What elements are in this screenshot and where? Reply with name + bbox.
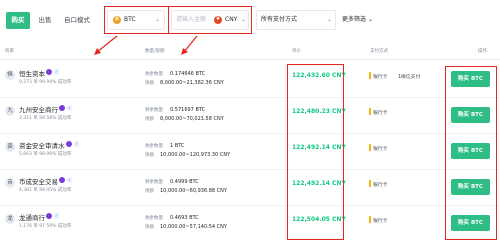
col-price: 单价 xyxy=(292,49,301,54)
verified-icon xyxy=(66,141,72,147)
payment-marker-icon xyxy=(369,108,371,115)
verified-icon xyxy=(46,69,52,75)
payment-marker-icon xyxy=(369,72,371,79)
payment-method: 银行卡 xyxy=(373,219,388,224)
quantity-label: 剩余数量 xyxy=(145,216,163,221)
avatar: 九 xyxy=(5,106,15,116)
payment-method: 银行卡 xyxy=(373,147,388,152)
limit-value: 8,000.00~70,021.58 CNY xyxy=(160,116,224,122)
avatar: 龙 xyxy=(5,214,15,224)
table-row: 资 资金安全审清水 ✓ 5,663 单 98.99% 成功率 剩余数量 1 BT… xyxy=(0,134,500,170)
merchant-stats: 5,663 单 98.99% 成功率 xyxy=(19,152,72,157)
limit-value: 10,000.00~57,140.54 CNY xyxy=(160,224,227,230)
limit-label: 限额 xyxy=(145,153,154,158)
merchant-tag-icon: ✓ xyxy=(54,69,60,75)
quantity-value: 1 BTC xyxy=(170,143,185,149)
avatar: 资 xyxy=(5,142,15,152)
limit-label: 限额 xyxy=(145,189,154,194)
payment-method: 1微信支付 xyxy=(398,75,421,80)
avatar: 恒 xyxy=(5,70,15,80)
limit-label: 限额 xyxy=(145,117,154,122)
col-action: 操作 xyxy=(478,49,487,54)
merchant-stats: 4,381 单 99.45% 成功率 xyxy=(19,188,72,193)
payment-marker-icon xyxy=(369,216,371,223)
limit-label: 限额 xyxy=(145,225,154,230)
avatar: 币 xyxy=(5,178,15,188)
verified-icon xyxy=(59,105,65,111)
merchant-tag-icon: ✓ xyxy=(74,141,80,147)
table-row: 恒 恒生资本 ✓ 9,273 单 99.94% 成功率 剩余数量 0.17464… xyxy=(0,62,500,98)
merchant-name[interactable]: 龙通商行 xyxy=(19,212,45,222)
quantity-value: 0.4999 BTC xyxy=(170,179,199,185)
merchant-name[interactable]: 资金安全审清水 xyxy=(19,140,65,150)
limit-value: 10,000.00~120,973.30 CNY xyxy=(160,152,231,158)
quantity-label: 剩余数量 xyxy=(145,108,163,113)
verified-icon xyxy=(59,177,65,183)
payment-marker-icon xyxy=(369,144,371,151)
table-row: 九 九州安全商行 ✓ 3,311 单 99.58% 成功率 剩余数量 0.571… xyxy=(0,98,500,134)
quantity-label: 剩余数量 xyxy=(145,180,163,185)
merchant-name[interactable]: 九州安全商行 xyxy=(19,104,58,114)
merchant-tag-icon: ✓ xyxy=(67,105,73,111)
merchant-stats: 9,273 单 99.94% 成功率 xyxy=(19,80,72,85)
merchant-stats: 3,311 单 99.58% 成功率 xyxy=(19,116,72,121)
annotation-box-prices xyxy=(287,64,344,240)
col-payment: 支付方式 xyxy=(370,49,388,54)
table-header: 商家 数量/限额 单价 支付方式 操作 xyxy=(0,46,500,60)
limit-label: 限额 xyxy=(145,81,154,86)
merchant-name[interactable]: 恒生资本 xyxy=(19,68,45,78)
quantity-value: 0.174646 BTC xyxy=(170,71,206,77)
quantity-label: 剩余数量 xyxy=(145,72,163,77)
merchant-tag-icon: ✓ xyxy=(67,177,73,183)
verified-icon xyxy=(46,213,52,219)
annotation-box-buy-buttons xyxy=(445,66,497,240)
limit-value: 10,000.00~60,936.88 CNY xyxy=(160,188,227,194)
merchant-name[interactable]: 币成安全交易 xyxy=(19,176,58,186)
quantity-value: 0.571697 BTC xyxy=(170,107,206,113)
payment-marker-icon xyxy=(369,180,371,187)
payment-method: 银行卡 xyxy=(373,183,388,188)
quantity-label: 剩余数量 xyxy=(145,144,163,149)
table-row: 龙 龙通商行 ✓ 1,176 单 97.59% 成功率 剩余数量 0.4693 … xyxy=(0,206,500,242)
col-quantity-limit: 数量/限额 xyxy=(145,49,165,54)
table-row: 币 币成安全交易 ✓ 4,381 单 99.45% 成功率 剩余数量 0.499… xyxy=(0,170,500,206)
payment-method: 银行卡 xyxy=(373,111,388,116)
quantity-value: 0.4693 BTC xyxy=(170,215,199,221)
merchant-stats: 1,176 单 97.59% 成功率 xyxy=(19,224,72,229)
col-merchant: 商家 xyxy=(5,49,14,54)
merchant-tag-icon: ✓ xyxy=(54,213,60,219)
payment-method: 银行卡 xyxy=(373,75,388,80)
limit-value: 8,000.00~21,382.36 CNY xyxy=(160,80,224,86)
